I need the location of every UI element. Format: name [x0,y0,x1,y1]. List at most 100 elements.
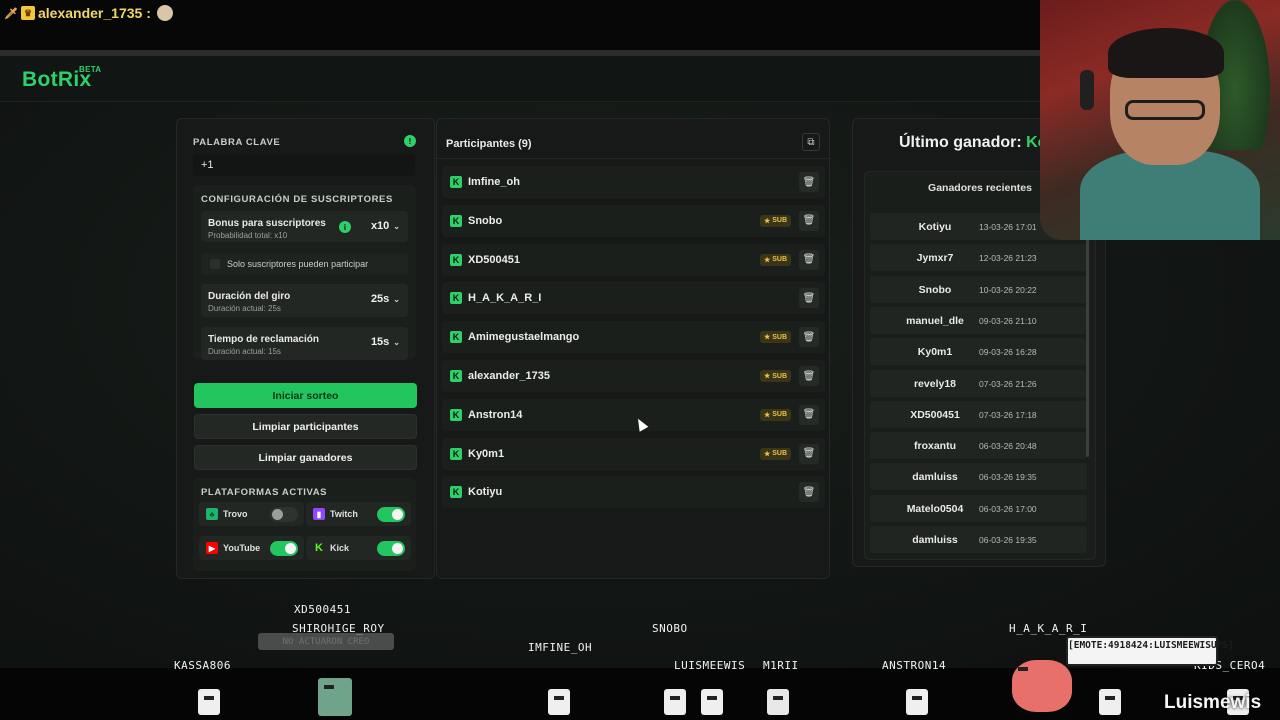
winner-date: 13-03-26 17:01 [979,222,1037,232]
beta-tag: BETA [79,65,102,74]
last-winner-title: Último ganador: Kot [899,134,1053,152]
trash-icon[interactable]: 🗑 [799,210,819,231]
trash-icon[interactable]: 🗑 [799,249,819,270]
participant-name: Amimegustaelmango [468,331,580,344]
kick-icon: K [450,292,462,305]
winner-date: 07-03-26 17:18 [979,409,1037,420]
trovo-toggle[interactable] [270,507,298,522]
winner-date: 09-03-26 16:28 [979,347,1037,358]
participants-header: Participantes (9) ⧉ [437,119,829,159]
participant-name: alexander_1735 [468,370,550,382]
bonus-select[interactable]: x10 ⌄ [371,220,400,232]
botrix-logo[interactable]: BotRix BETA [22,65,101,92]
sword-icon: 🗡 [4,7,18,20]
claim-time-select[interactable]: 15s ⌄ [371,336,400,348]
participant-row: K XD500451 ★ SUB 🗑 [442,243,825,276]
spin-duration-select[interactable]: 25s ⌄ [371,293,400,305]
kick-toggle[interactable] [377,541,405,556]
trash-icon[interactable]: 🗑 [799,443,819,464]
participant-row: K Snobo ★ SUB 🗑 [442,204,825,237]
participants-title: Participantes (9) [446,138,532,150]
chevron-down-icon: ⌄ [393,222,400,231]
kick-icon: K [450,408,462,421]
bonus-title: Bonus para suscriptores [208,218,326,229]
claim-time-row: Tiempo de reclamación Duración actual: 1… [201,327,408,360]
clear-winners-button[interactable]: Limpiar ganadores [194,445,417,470]
avatar-nick: XD500451 [294,603,351,616]
avatar-nick: IMFINE_OH [528,641,593,654]
winner-row: damluiss 06-03-26 19:35 [870,526,1087,553]
winner-date: 06-03-26 19:35 [979,535,1037,545]
avatar-sprite [1099,689,1121,715]
info-icon[interactable]: i [339,221,351,233]
platforms-card: PLATAFORMAS ACTIVAS ♣ Trovo ▮ Twitch ▶ Y… [193,478,416,571]
avatar-nick: ANSTRON14 [882,659,947,672]
trash-icon[interactable]: 🗑 [799,172,819,192]
winner-date: 12-03-26 21:23 [979,253,1037,264]
participant-name: Snobo [468,214,503,227]
avatar-sprite [664,689,686,715]
kick-icon: K [450,176,462,188]
emote-icon [156,5,173,21]
info-icon[interactable]: ! [404,135,416,147]
avatar-sprite [767,689,789,715]
participant-name: Imfine_oh [468,176,520,188]
sub-badge: ★ SUB [759,331,791,344]
avatar-sprite [318,678,352,716]
twitch-icon: ▮ [313,508,325,520]
crown-icon: ♛ [21,6,35,20]
chevron-down-icon: ⌄ [393,338,400,347]
participant-row: K Anstron14 ★ SUB 🗑 [442,398,825,431]
trash-icon[interactable]: 🗑 [799,482,819,503]
stream-frame: 🗡 ♛ alexander_1735 : BotRix BETA PALABRA … [0,0,1280,720]
star-icon: ★ [763,217,771,225]
trash-icon[interactable]: 🗑 [799,327,819,348]
kick-icon: K [315,542,323,554]
avatar-sprite [198,689,220,715]
clear-participants-button[interactable]: Limpiar participantes [194,414,417,439]
youtube-toggle[interactable] [270,541,298,556]
participant-name: Anstron14 [468,408,523,421]
trash-icon[interactable]: 🗑 [799,288,819,309]
platform-youtube: ▶ YouTube [199,536,304,560]
subs-config-label: CONFIGURACIÓN DE SUSCRIPTORES [201,194,393,205]
avatar-nick: H_A_K_A_R_I [1009,622,1088,635]
participant-row: K Ky0m1 ★ SUB 🗑 [442,437,825,470]
chat-overlay: 🗡 ♛ alexander_1735 : [0,0,1040,50]
kick-icon: K [450,447,462,460]
spin-duration-row: Duración del giro Duración actual: 25s 2… [201,284,408,317]
platforms-label: PLATAFORMAS ACTIVAS [201,487,328,498]
webcam-feed [1040,0,1280,240]
youtube-icon: ▶ [206,542,218,554]
star-icon: ★ [763,334,771,342]
keyword-input[interactable]: +1 [193,154,415,176]
star-icon: ★ [763,411,771,419]
participant-row: K Imfine_oh 🗑 [442,166,825,198]
trovo-icon: ♣ [206,508,218,520]
emote-chat-bubble: [EMOTE:4918424:LUISMEEWISUPS] [1066,636,1234,666]
claim-title: Tiempo de reclamación [208,334,319,345]
sub-badge: ★ SUB [759,253,791,266]
winner-row: damluiss 06-03-26 19:35 [870,463,1087,491]
trash-icon[interactable]: 🗑 [799,404,819,425]
sub-badge: ★ SUB [759,214,791,227]
trash-icon[interactable]: 🗑 [799,366,819,386]
participants-panel: Participantes (9) ⧉ K Imfine_oh 🗑 K Snobo ★ SU… [436,118,830,579]
participant-row: K H_A_K_A_R_I 🗑 [442,282,825,315]
streamer-watermark: Luismewis [1164,692,1262,713]
twitch-toggle[interactable] [377,507,405,522]
copy-icon[interactable]: ⧉ [802,133,820,151]
chat-message: 🗡 ♛ alexander_1735 : [4,5,173,21]
winner-row: froxantu 06-03-26 20:48 [870,432,1087,460]
subs-only-checkbox-row[interactable]: Solo suscriptores pueden participar [201,253,408,275]
kick-icon: K [450,253,462,266]
bonus-row: Bonus para suscriptores Probabilidad tot… [201,211,408,242]
start-raffle-button[interactable]: Iniciar sorteo [194,383,417,408]
kick-icon: K [450,214,462,227]
star-icon: ★ [763,256,771,264]
avatar-nick: SNOBO [652,622,688,635]
avatar-sprite [701,689,723,715]
spin-title: Duración del giro [208,291,291,302]
subs-only-checkbox[interactable] [210,259,220,269]
scrollbar[interactable] [1086,212,1089,457]
